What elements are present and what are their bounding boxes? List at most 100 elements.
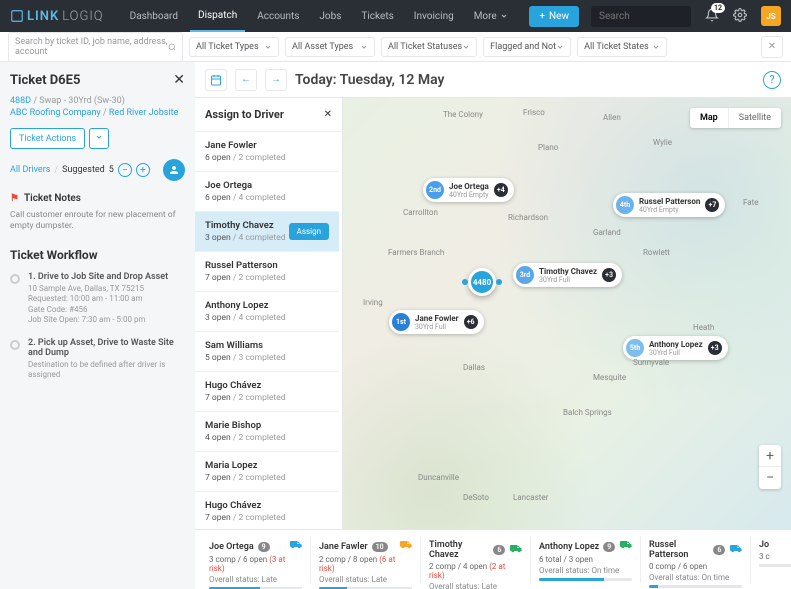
center-pin[interactable]: 4480	[468, 268, 496, 296]
gear-icon[interactable]	[733, 8, 747, 25]
map-marker[interactable]: 2ndJoe Ortega40Yrd Empty+4	[423, 178, 514, 202]
logo[interactable]: LINKLOGIQ	[10, 9, 104, 24]
marker-rank: 2nd	[426, 181, 444, 199]
city-label: Carrollton	[403, 208, 438, 217]
driver-card[interactable]: Joe Ortega9⛟3 comp / 6 open (3 at risk)O…	[201, 536, 311, 583]
filter-dropdown[interactable]: All Ticket Types	[189, 37, 279, 57]
filter-search-placeholder: Search by ticket ID, job name, address, …	[15, 37, 168, 57]
ticket-actions-caret[interactable]	[89, 128, 109, 149]
flag-icon: ⚑	[10, 193, 19, 204]
driver-item[interactable]: Marie Bishop4 open / 2 completed	[195, 412, 339, 452]
filter-dropdown[interactable]: All Ticket States	[577, 37, 667, 57]
driver-name: Maria Lopez	[205, 460, 329, 471]
zoom-in-button[interactable]: +	[759, 445, 781, 467]
nav-tickets[interactable]: Tickets	[353, 0, 401, 32]
nav-accounts[interactable]: Accounts	[249, 0, 307, 32]
search-icon	[168, 42, 176, 52]
map-marker[interactable]: 1stJane Fowler30Yrd Full+6	[389, 310, 484, 334]
map-marker[interactable]: 3rdTimothy Chavez30Yrd Full+3	[513, 263, 622, 287]
driver-name: Hugo Chávez	[205, 500, 329, 511]
close-icon[interactable]: ✕	[324, 109, 332, 120]
minus-button[interactable]: −	[118, 163, 132, 177]
card-name: Anthony Lopez	[539, 542, 599, 552]
user-icon[interactable]	[163, 159, 185, 181]
step-title: 1. Drive to Job Site and Drop Asset	[28, 272, 168, 282]
driver-card[interactable]: Jo3 c	[751, 536, 791, 583]
help-button[interactable]: ?	[763, 71, 781, 89]
zoom-out-button[interactable]: −	[759, 467, 781, 489]
driver-card[interactable]: Jane Fawler10⛟2 comp / 8 open (6 at risk…	[311, 536, 421, 583]
driver-item[interactable]: Sam Williams5 open / 3 completed	[195, 332, 339, 372]
all-drivers-link[interactable]: All Drivers	[10, 165, 50, 175]
breadcrumb-link[interactable]: 488D	[10, 96, 31, 106]
map-marker[interactable]: 4thRussel Patterson40Yrd Empty+7	[613, 193, 725, 217]
card-status: Overall status: Late	[319, 575, 412, 584]
prev-day-button[interactable]: ←	[235, 69, 257, 91]
assign-driver-panel: Assign to Driver✕ Jane Fowler6 open / 2 …	[195, 98, 343, 589]
driver-card[interactable]: Timothy Chavez6⛟2 comp / 4 open (2 at ri…	[421, 536, 531, 583]
driver-name: Timothy Chavez	[205, 220, 286, 231]
driver-item[interactable]: Hugo Chávez7 open / 2 completed	[195, 492, 339, 532]
driver-card[interactable]: Anthony Lopez9⛟6 total / 3 open Overall …	[531, 536, 641, 583]
card-count: 6	[493, 545, 505, 555]
nav-more[interactable]: More	[466, 0, 516, 32]
map[interactable]: MapSatellite +− 4480 1stJane Fowler30Yrd…	[343, 98, 791, 589]
global-search-input[interactable]	[591, 6, 691, 27]
new-button[interactable]: +New	[529, 6, 579, 27]
clear-filters-button[interactable]: ✕	[761, 36, 783, 58]
driver-card[interactable]: Russel Patterson6⛟0 comp / 6 open Overal…	[641, 536, 751, 583]
card-name: Joe Ortega	[209, 542, 254, 552]
ticket-actions-button[interactable]: Ticket Actions	[10, 128, 85, 149]
notes-header: Ticket Notes	[24, 193, 81, 204]
ticket-title: Ticket D6E5	[10, 73, 80, 88]
driver-item[interactable]: Anthony Lopez3 open / 4 completed	[195, 292, 339, 332]
filter-dropdown[interactable]: All Asset Types	[285, 37, 375, 57]
suggested-count: 5	[109, 165, 114, 175]
driver-item[interactable]: Jane Fowler6 open / 2 completed	[195, 132, 339, 172]
driver-item[interactable]: Joe Ortega6 open / 4 completed	[195, 172, 339, 212]
next-day-button[interactable]: →	[265, 69, 287, 91]
close-icon[interactable]: ✕	[173, 72, 185, 88]
marker-rank: 5th	[626, 339, 644, 357]
filter-search-input[interactable]: Search by ticket ID, job name, address, …	[8, 32, 183, 62]
truck-icon: ⛟	[289, 540, 302, 553]
filter-dropdown[interactable]: All Ticket Statuses	[381, 37, 477, 57]
driver-item[interactable]: Maria Lopez7 open / 2 completed	[195, 452, 339, 492]
driver-item[interactable]: Russel Patterson7 open / 2 completed	[195, 252, 339, 292]
zoom-control: +−	[759, 445, 781, 489]
nav-dashboard[interactable]: Dashboard	[122, 0, 186, 32]
driver-meta: 6 open / 2 completed	[205, 153, 329, 163]
driver-cards-row[interactable]: Joe Ortega9⛟3 comp / 6 open (3 at risk)O…	[195, 529, 791, 589]
step-title: 2. Pick up Asset, Drive to Waste Site an…	[28, 338, 185, 358]
bell-icon[interactable]: 12	[705, 8, 719, 25]
card-name: Jane Fawler	[319, 542, 368, 552]
card-meta: 0 comp / 6 open	[649, 562, 742, 571]
breadcrumb-link[interactable]: ABC Roofing Company	[10, 108, 101, 118]
nav-dispatch[interactable]: Dispatch	[190, 0, 245, 32]
notification-count: 12	[711, 3, 725, 13]
truck-icon: ⛟	[509, 544, 522, 557]
nav-jobs[interactable]: Jobs	[311, 0, 349, 32]
truck-icon: ⛟	[729, 544, 742, 557]
calendar-button[interactable]	[205, 69, 227, 91]
map-marker[interactable]: 5thAnthony Lopez30Yrd Full+3	[623, 336, 728, 360]
city-label: Lancaster	[513, 493, 548, 502]
driver-name: Hugo Chávez	[205, 380, 329, 391]
breadcrumb-link[interactable]: Red River Jobsite	[109, 108, 178, 118]
marker-name: Joe Ortega	[449, 182, 489, 191]
avatar[interactable]: JS	[761, 6, 781, 26]
card-count: 6	[713, 545, 725, 555]
city-label: Irving	[363, 298, 383, 307]
filter-dropdown[interactable]: Flagged and Not	[483, 37, 571, 57]
assign-button[interactable]: Assign	[289, 223, 329, 240]
nav-invoicing[interactable]: Invoicing	[406, 0, 462, 32]
new-button-label: New	[549, 11, 569, 22]
driver-item[interactable]: Timothy Chavez3 open / 4 completedAssign	[195, 212, 339, 252]
marker-name: Jane Fowler	[415, 314, 459, 323]
logo-text-a: LINK	[27, 9, 59, 24]
marker-rank: 3rd	[516, 266, 534, 284]
satellite-button[interactable]: Satellite	[729, 108, 781, 128]
map-button[interactable]: Map	[690, 108, 729, 128]
plus-button[interactable]: +	[136, 163, 150, 177]
driver-item[interactable]: Hugo Chávez7 open / 2 completed	[195, 372, 339, 412]
